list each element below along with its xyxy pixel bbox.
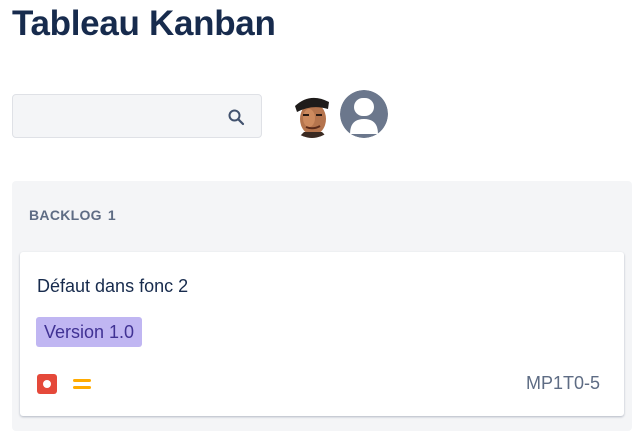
search-input[interactable] <box>13 95 233 137</box>
kanban-column-backlog: BACKLOG 1 Défaut dans fonc 2 Version 1.0 … <box>12 181 632 431</box>
medium-priority-icon <box>73 379 91 389</box>
search-icon[interactable] <box>227 108 245 126</box>
bug-icon <box>37 374 57 394</box>
user-avatar-photo[interactable] <box>288 90 336 138</box>
issue-key[interactable]: MP1T0-5 <box>526 373 600 394</box>
user-avatar-default[interactable] <box>338 88 390 140</box>
column-header: BACKLOG 1 <box>29 207 116 223</box>
search-box[interactable] <box>12 94 262 138</box>
issue-card[interactable]: Défaut dans fonc 2 Version 1.0 MP1T0-5 <box>20 252 624 416</box>
default-user-icon <box>340 90 388 138</box>
issue-summary: Défaut dans fonc 2 <box>37 276 189 296</box>
column-issue-count: 1 <box>107 207 116 223</box>
page-title: Tableau Kanban <box>12 4 276 43</box>
fix-version-badge: Version 1.0 <box>36 317 143 347</box>
column-name: BACKLOG <box>29 207 102 223</box>
